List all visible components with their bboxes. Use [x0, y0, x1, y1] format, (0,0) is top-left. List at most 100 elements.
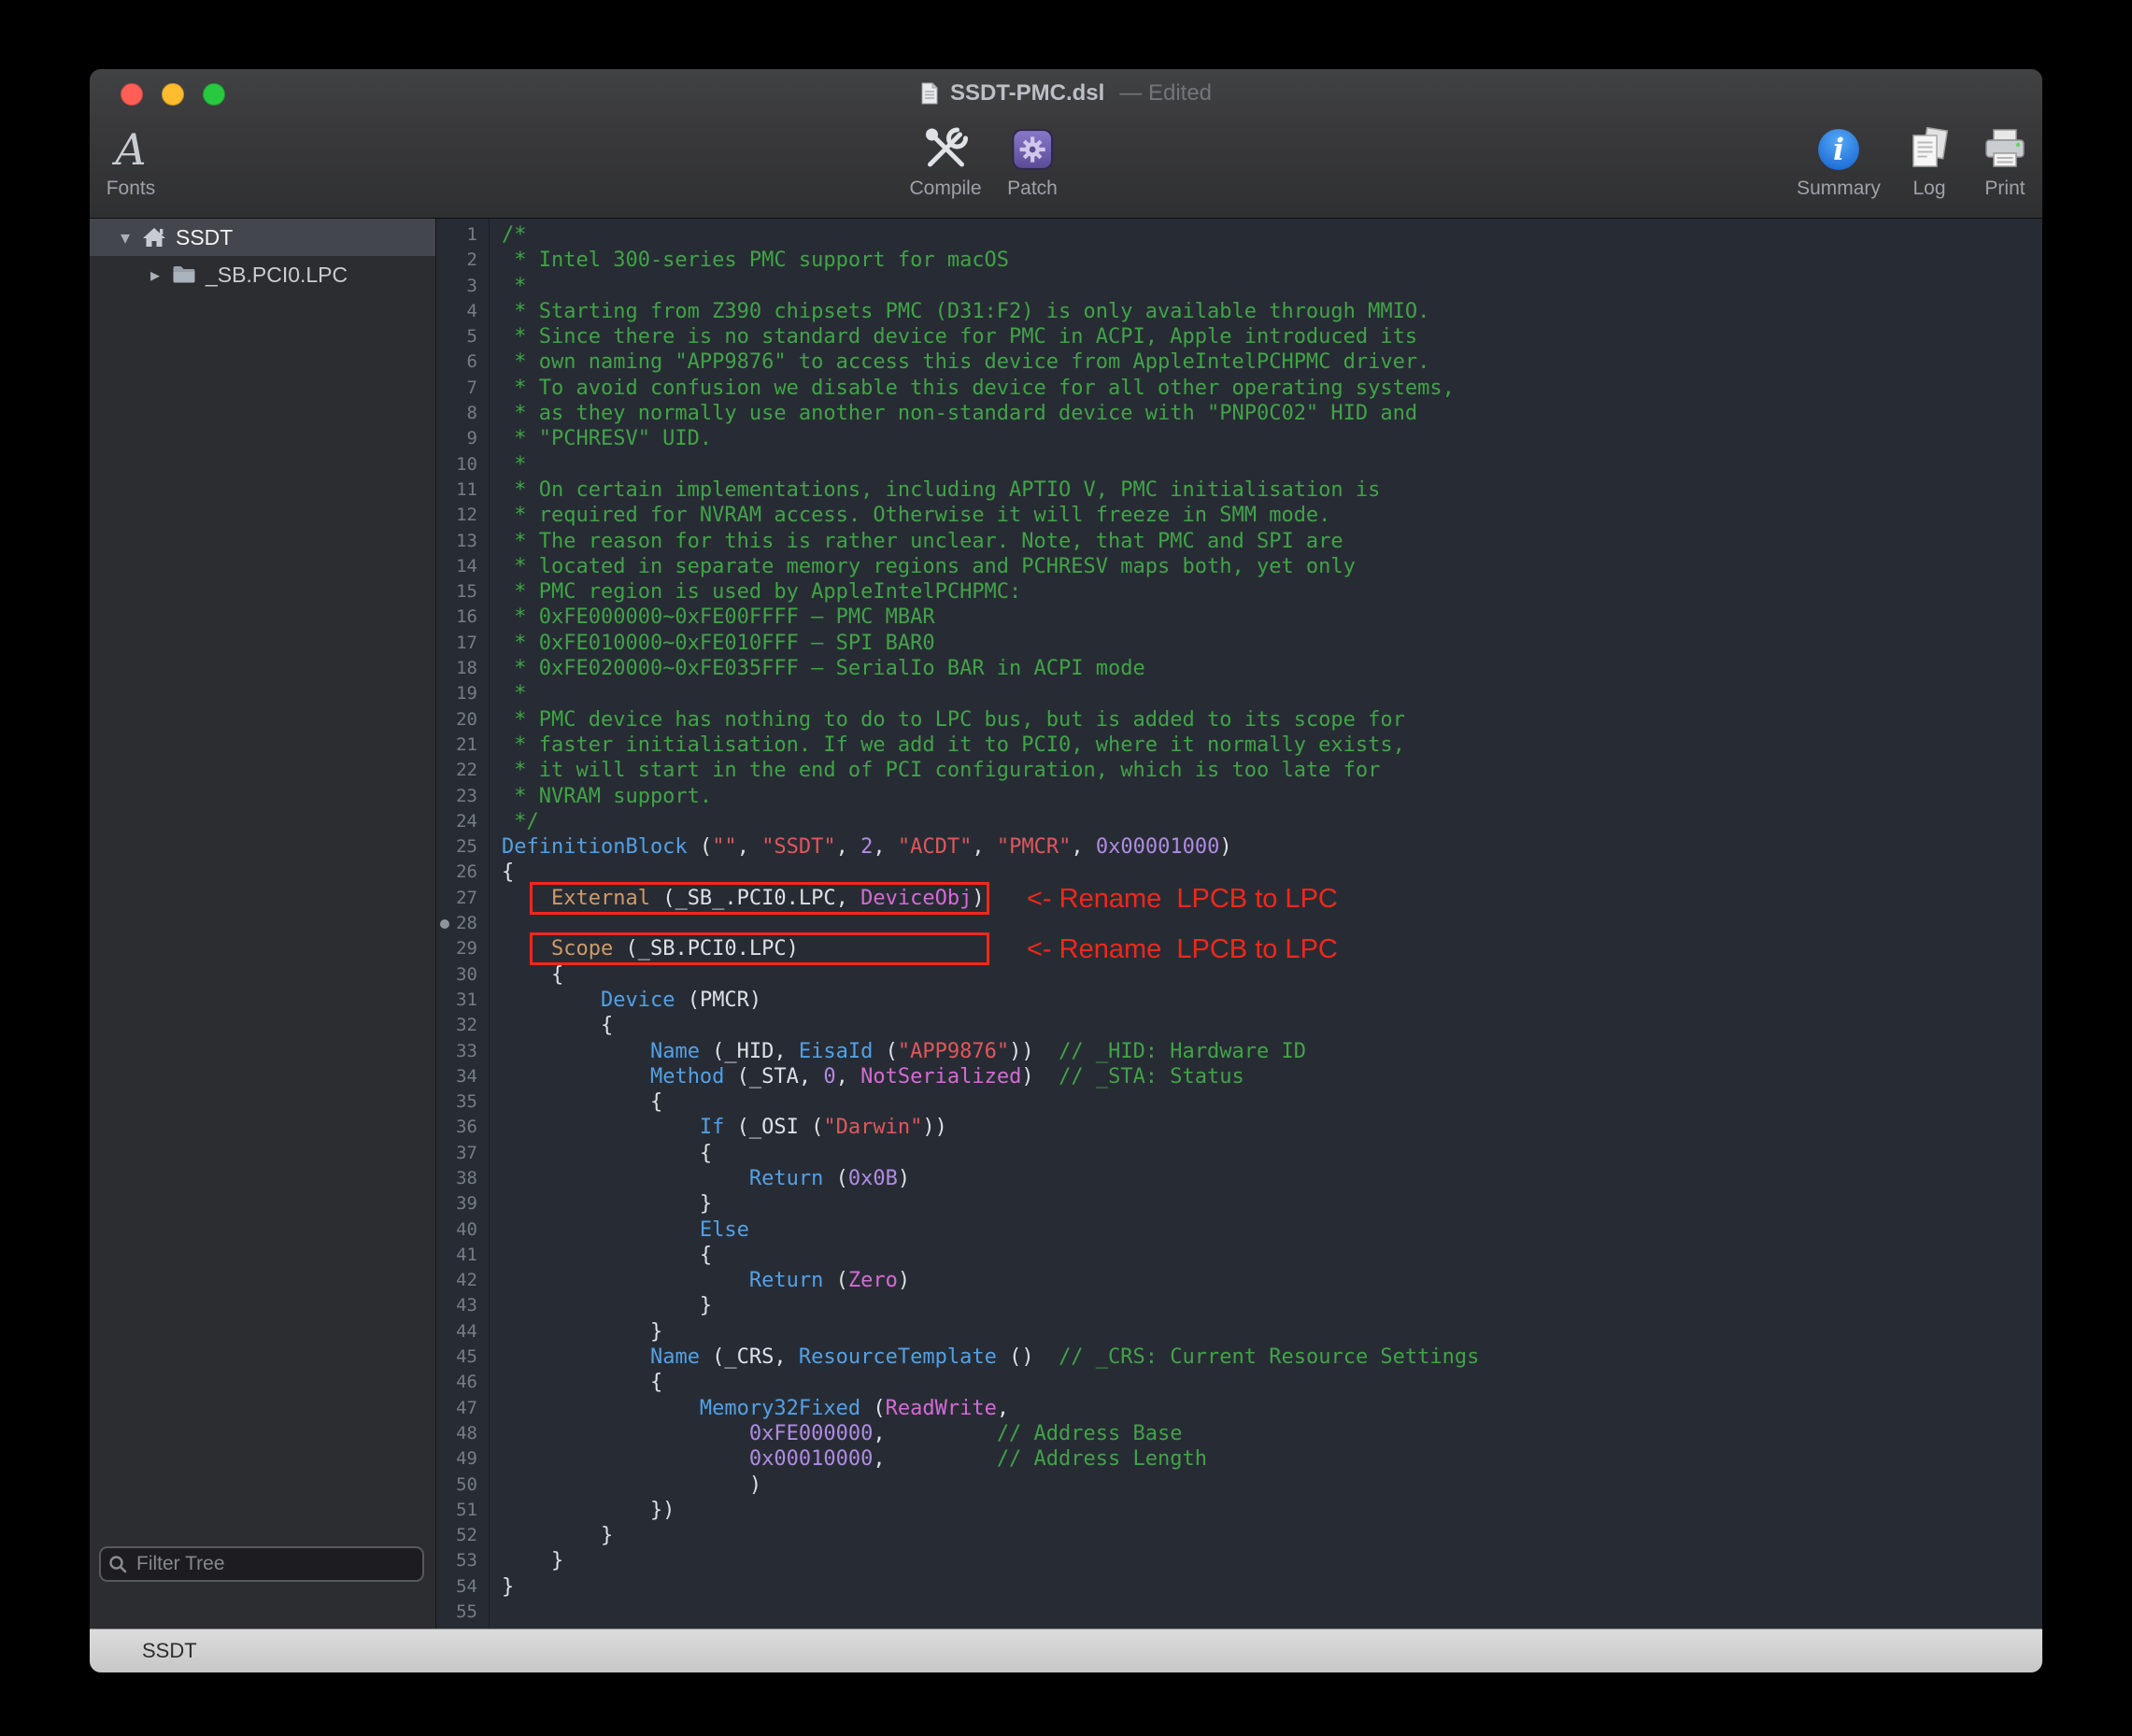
line-number: 31 [436, 988, 489, 1013]
code-line: 52 } [436, 1523, 2042, 1548]
code-line: 48 0xFE000000, // Address Base [436, 1421, 2042, 1446]
print-button[interactable]: Print [1982, 123, 2028, 200]
line-number: 41 [436, 1243, 489, 1268]
code-line: 33 Name (_HID, EisaId ("APP9876")) // _H… [436, 1039, 2042, 1064]
code-text: * PMC region is used by AppleIntelPCHPMC… [489, 579, 1021, 605]
code-line: 55 [436, 1600, 2042, 1625]
line-number: 10 [436, 452, 489, 477]
log-button[interactable]: Log [1906, 123, 1953, 200]
sidebar-item-ssdt[interactable]: ▾ SSDT [90, 219, 435, 256]
code-text: { [489, 860, 514, 885]
code-text: { [489, 1141, 712, 1166]
patch-gear-icon [1010, 127, 1055, 172]
code-text: 0x00010000, // Address Length [489, 1446, 1207, 1472]
filter-tree-input[interactable] [135, 1552, 415, 1576]
code-line: 40 Else [436, 1217, 2042, 1243]
line-number: 54 [436, 1574, 489, 1600]
filter-tree-field[interactable] [99, 1546, 424, 1582]
line-number: 27 [436, 886, 489, 911]
sidebar-item-sb-pci0-lpc[interactable]: ▸ _SB.PCI0.LPC [90, 256, 435, 293]
line-number: 25 [436, 834, 489, 860]
disclosure-closed-icon[interactable]: ▸ [146, 263, 164, 287]
code-text: * own naming "APP9876" to access this de… [489, 349, 1429, 375]
line-number: 21 [436, 733, 489, 758]
code-line: 12 * required for NVRAM access. Otherwis… [436, 503, 2042, 528]
code-line: 37 { [436, 1141, 2042, 1166]
line-number: 26 [436, 860, 489, 885]
code-line: 25DefinitionBlock ("", "SSDT", 2, "ACDT"… [436, 834, 2042, 860]
code-line: 49 0x00010000, // Address Length [436, 1446, 2042, 1472]
code-line: 13 * The reason for this is rather uncle… [436, 529, 2042, 554]
code-text: * Starting from Z390 chipsets PMC (D31:F… [489, 299, 1429, 324]
line-marker-dot [440, 919, 449, 929]
code-line: 10 * [436, 452, 2042, 477]
line-number: 4 [436, 299, 489, 324]
code-line: 5 * Since there is no standard device fo… [436, 324, 2042, 349]
documents-icon [1906, 127, 1953, 172]
line-number: 13 [436, 529, 489, 554]
line-number: 53 [436, 1548, 489, 1573]
line-number: 30 [436, 962, 489, 988]
line-number: 16 [436, 605, 489, 630]
titlebar[interactable]: SSDT-PMC.dsl — Edited [90, 69, 2042, 118]
code-line: 34 Method (_STA, 0, NotSerialized) // _S… [436, 1064, 2042, 1089]
code-text: * NVRAM support. [489, 784, 712, 809]
code-text: Memory32Fixed (ReadWrite, [489, 1396, 1009, 1421]
code-line: 22 * it will start in the end of PCI con… [436, 758, 2042, 783]
info-icon: i [1816, 127, 1861, 172]
summary-button[interactable]: i Summary [1797, 123, 1881, 200]
code-text: */ [489, 809, 539, 834]
code-line: 20 * PMC device has nothing to do to LPC… [436, 707, 2042, 733]
code-text: * [489, 274, 527, 299]
line-number: 12 [436, 503, 489, 528]
code-text: * [489, 452, 527, 477]
line-number: 46 [436, 1370, 489, 1395]
code-line: 30 { [436, 962, 2042, 988]
rename-annotation: <- Rename LPCB to LPC [1027, 882, 1338, 915]
line-number: 37 [436, 1141, 489, 1166]
code-text: Device (PMCR) [489, 988, 761, 1013]
line-number: 34 [436, 1064, 489, 1089]
fonts-serif-a-icon: A [115, 128, 146, 171]
code-line: 31 Device (PMCR) [436, 988, 2042, 1013]
code-line: 24 */ [436, 809, 2042, 834]
code-text: Name (_CRS, ResourceTemplate () // _CRS:… [489, 1345, 1479, 1370]
svg-text:i: i [1833, 133, 1844, 166]
navigation-path[interactable]: SSDT [142, 1639, 197, 1663]
line-number: 17 [436, 631, 489, 656]
sidebar-item-label: _SB.PCI0.LPC [206, 263, 348, 288]
line-number: 23 [436, 784, 489, 809]
window-header: SSDT-PMC.dsl — Edited A Fonts Compile [90, 69, 2042, 219]
line-number: 6 [436, 349, 489, 375]
line-number: 43 [436, 1293, 489, 1318]
fonts-button[interactable]: A Fonts [107, 123, 156, 200]
line-number: 49 [436, 1446, 489, 1472]
summary-label: Summary [1797, 178, 1881, 200]
log-label: Log [1906, 178, 1953, 200]
code-line: 19 * [436, 681, 2042, 706]
code-line: 38 Return (0x0B) [436, 1166, 2042, 1191]
sidebar: ▾ SSDT ▸ _SB.PCI0.LPC [90, 219, 436, 1629]
line-number: 38 [436, 1166, 489, 1191]
code-text: } [489, 1319, 662, 1345]
code-text: Else [489, 1217, 749, 1243]
code-text: * "PCHRESV" UID. [489, 426, 712, 451]
compile-button[interactable]: Compile [909, 123, 981, 200]
code-text: * located in separate memory regions and… [489, 554, 1356, 579]
code-line: 50 ) [436, 1473, 2042, 1498]
line-number: 22 [436, 758, 489, 783]
code-text: * it will start in the end of PCI config… [489, 758, 1380, 783]
line-number: 19 [436, 681, 489, 706]
code-text: 0xFE000000, // Address Base [489, 1421, 1183, 1446]
printer-icon [1982, 128, 2028, 171]
line-number: 44 [436, 1319, 489, 1345]
code-text [489, 911, 502, 936]
line-number: 3 [436, 274, 489, 299]
code-editor[interactable]: 1/*2 * Intel 300-series PMC support for … [436, 219, 2042, 1629]
patch-button[interactable]: Patch [1007, 123, 1058, 200]
rename-annotation: <- Rename LPCB to LPC [1027, 932, 1338, 965]
code-line: 42 Return (Zero) [436, 1268, 2042, 1293]
house-icon [142, 226, 166, 249]
line-number: 8 [436, 401, 489, 426]
disclosure-open-icon[interactable]: ▾ [116, 226, 135, 249]
